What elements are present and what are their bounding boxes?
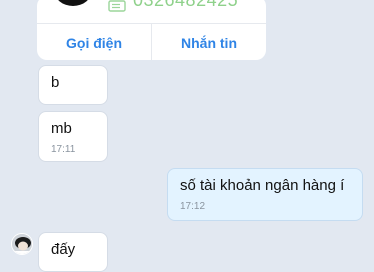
phone-book-icon — [108, 0, 126, 12]
message-bubble-outgoing[interactable]: số tài khoản ngân hàng í 17:12 — [167, 168, 363, 221]
message-timestamp: 17:12 — [180, 201, 206, 212]
message-timestamp: 17:11 — [51, 144, 76, 155]
call-button[interactable]: Gọi điện — [37, 24, 151, 60]
message-bubble[interactable]: b — [38, 65, 108, 105]
message-text: mb — [51, 120, 72, 137]
message-button[interactable]: Nhắn tin — [151, 24, 266, 60]
message-bubble[interactable]: mb 17:11 — [38, 111, 108, 162]
contact-avatar[interactable] — [54, 0, 92, 6]
contact-phone-number: 0326482425 — [133, 0, 239, 10]
message-bubble[interactable]: đấy — [38, 232, 108, 272]
message-text: đấy — [51, 241, 76, 258]
message-text: b — [51, 74, 60, 91]
sender-avatar[interactable] — [11, 233, 33, 255]
contact-card-actions: Gọi điện Nhắn tin — [37, 23, 266, 60]
message-text: số tài khoản ngân hàng í — [180, 177, 345, 194]
avatar-image — [12, 234, 32, 254]
contact-card: 0326482425 Gọi điện Nhắn tin — [37, 0, 266, 60]
